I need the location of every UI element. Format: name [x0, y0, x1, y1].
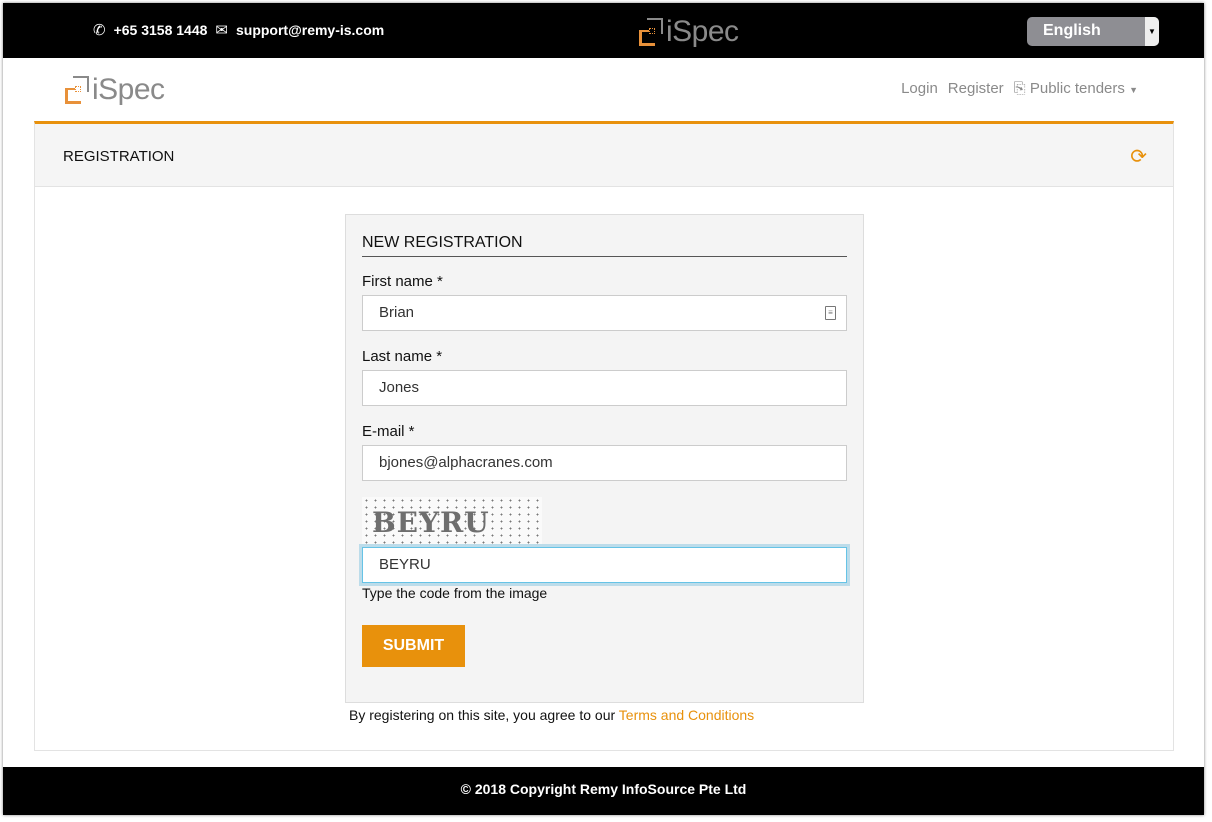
envelope-icon: ✉ [215, 22, 228, 39]
document-arrow-icon: ⎘ [1013, 80, 1026, 97]
form-title: NEW REGISTRATION [362, 234, 847, 257]
email-input[interactable]: bjones@alphacranes.com [362, 445, 847, 481]
browser-page: ✆ +65 3158 1448 ✉ support@remy-is.com iS… [3, 3, 1204, 815]
chevron-down-icon: ▼ [1145, 17, 1159, 46]
contact-info: ✆ +65 3158 1448 ✉ support@remy-is.com [93, 21, 384, 39]
terms-link[interactable]: Terms and Conditions [619, 707, 754, 723]
logo-mark-icon [65, 76, 89, 104]
main-nav: Login Register ⎘ Public tenders ▼ [901, 80, 1138, 97]
nav-register[interactable]: Register [948, 80, 1004, 97]
caret-down-icon: ▼ [1129, 85, 1138, 95]
top-bar: ✆ +65 3158 1448 ✉ support@remy-is.com iS… [3, 3, 1204, 58]
copyright: © 2018 Copyright Remy InfoSource Pte Ltd [460, 781, 747, 797]
registration-form: NEW REGISTRATION First name * Brian ≡ Las… [345, 214, 864, 703]
nav-login[interactable]: Login [901, 80, 938, 97]
phone-icon: ✆ [93, 22, 106, 39]
panel-header: REGISTRATION ⟳ [35, 124, 1173, 187]
email-label: E-mail * [362, 423, 415, 440]
last-name-label: Last name * [362, 348, 443, 365]
captcha-hint: Type the code from the image [362, 585, 548, 601]
submit-button[interactable]: SUBMIT [362, 625, 465, 667]
last-name-input[interactable]: Jones [362, 370, 847, 406]
captcha-image: BEYRU [362, 497, 542, 547]
nav-logo[interactable]: iSpec [65, 73, 165, 107]
captcha-input[interactable]: BEYRU [362, 547, 847, 583]
refresh-icon[interactable]: ⟳ [1130, 144, 1147, 169]
contact-card-icon[interactable]: ≡ [825, 306, 836, 320]
logo-mark-icon [639, 18, 663, 46]
terms-agreement: By registering on this site, you agree t… [349, 707, 755, 723]
top-logo: iSpec [639, 15, 739, 49]
language-select[interactable]: English ▼ [1027, 17, 1159, 46]
footer: © 2018 Copyright Remy InfoSource Pte Ltd [3, 767, 1204, 815]
first-name-input[interactable]: Brian ≡ [362, 295, 847, 331]
panel-title: REGISTRATION [63, 148, 175, 165]
nav-public-tenders[interactable]: ⎘ Public tenders ▼ [1014, 80, 1138, 97]
support-email[interactable]: support@remy-is.com [236, 22, 384, 38]
first-name-label: First name * [362, 273, 443, 290]
registration-panel: REGISTRATION ⟳ NEW REGISTRATION First na… [34, 121, 1174, 751]
phone-number: +65 3158 1448 [113, 22, 208, 38]
